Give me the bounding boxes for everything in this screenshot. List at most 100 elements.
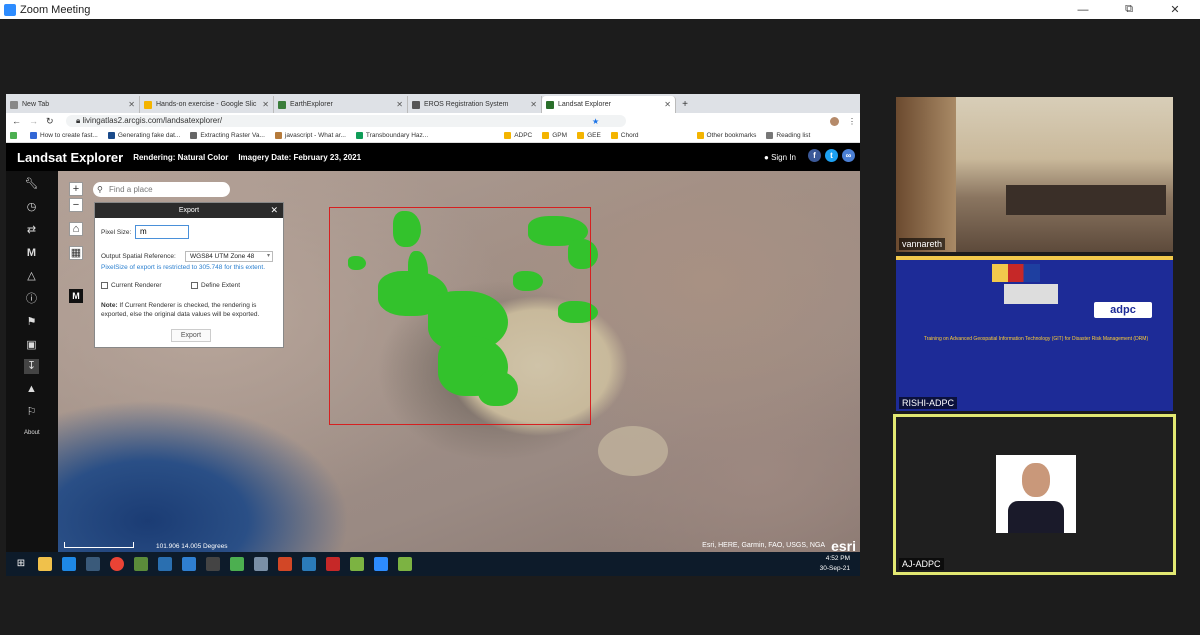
bookmark-item[interactable]: Reading list (766, 132, 810, 139)
clock-icon[interactable]: ◷ (24, 200, 39, 215)
bookmark-item[interactable]: GPM (542, 132, 567, 139)
tab-close-icon[interactable]: ✕ (664, 100, 671, 109)
bookmark-item[interactable] (10, 132, 20, 139)
menu-dots-icon[interactable]: ⋮ (848, 117, 856, 126)
facebook-icon[interactable]: f (808, 149, 821, 162)
tab-close-icon[interactable]: ✕ (396, 100, 403, 109)
bookmark-item[interactable]: Generating fake dat... (107, 132, 180, 139)
define-extent-checkbox[interactable] (191, 282, 198, 289)
pen-app-icon[interactable] (86, 557, 100, 571)
notepad-icon[interactable] (230, 557, 244, 571)
zoom-out-button[interactable]: − (69, 198, 83, 212)
export-extent-rectangle[interactable] (329, 207, 591, 425)
tab-close-icon[interactable]: ✕ (262, 100, 269, 109)
vscode-icon[interactable] (182, 557, 196, 571)
mensuration-icon[interactable]: M (24, 246, 39, 261)
url-input[interactable]: 🔒︎ livingatlas2.arcgis.com/landsatexplor… (66, 115, 626, 127)
bookmark-item[interactable]: Chord (610, 132, 639, 139)
close-icon[interactable]: ✕ (270, 203, 278, 218)
change-detection-icon[interactable]: △ (24, 269, 39, 284)
qgis-icon[interactable] (350, 557, 364, 571)
powerpoint-icon[interactable] (278, 557, 292, 571)
forward-icon[interactable]: → (29, 116, 38, 126)
bookmark-item[interactable]: GEE (577, 132, 601, 139)
start-icon[interactable]: ⊞ (14, 557, 28, 571)
basemap-grid-button[interactable]: ▦ (69, 246, 83, 260)
export-icon[interactable]: ↧ (24, 359, 39, 374)
zoom-app-icon[interactable] (374, 557, 388, 571)
apps-icon (10, 132, 17, 139)
export-button[interactable]: Export (171, 329, 211, 342)
bookmark-item[interactable]: Other bookmarks (696, 132, 756, 139)
python-icon[interactable] (134, 557, 148, 571)
s-app-icon[interactable] (302, 557, 316, 571)
acrobat-icon[interactable] (326, 557, 340, 571)
rendering-label[interactable]: Rendering: Natural Color (133, 153, 228, 162)
pixel-size-label: Pixel Size: (101, 229, 132, 236)
find-place-input[interactable]: ⚲ Find a place (93, 182, 230, 197)
wrench-icon[interactable]: 🔧︎ (24, 177, 39, 192)
define-extent-option[interactable]: Define Extent (191, 282, 240, 289)
tab-earthexplorer[interactable]: EarthExplorer ✕ (274, 96, 408, 113)
system-clock[interactable]: 4:52 PM 30-Sep-21 (820, 554, 850, 574)
tab-close-icon[interactable]: ✕ (128, 100, 135, 109)
esri-logo[interactable]: esri (831, 538, 856, 553)
info-icon[interactable]: ⓘ (24, 292, 39, 307)
note-label: Note: (101, 302, 118, 309)
tab-eros-registration[interactable]: EROS Registration System ✕ (408, 96, 542, 113)
room-curtain (896, 97, 956, 252)
minimize-button[interactable]: — (1060, 0, 1106, 19)
bookmark-star-icon[interactable]: ★ (592, 117, 599, 126)
tab-landsat-explorer[interactable]: Landsat Explorer ✕ (542, 96, 676, 113)
bookmark-item[interactable]: Extracting Raster Va... (190, 132, 265, 139)
imagery-date-label[interactable]: Imagery Date: February 23, 2021 (238, 153, 361, 162)
chrome-icon[interactable] (110, 557, 124, 571)
close-window-button[interactable]: ✕ (1152, 0, 1198, 19)
qgis-icon[interactable] (398, 557, 412, 571)
profile-avatar-icon[interactable] (830, 116, 839, 126)
tab-new-tab[interactable]: New Tab ✕ (6, 96, 140, 113)
pixel-size-input[interactable]: m (135, 225, 189, 239)
tab-favicon-icon (10, 100, 18, 109)
link-icon[interactable]: ∞ (842, 149, 855, 162)
new-tab-button[interactable]: + (676, 96, 694, 113)
tab-close-icon[interactable]: ✕ (530, 100, 537, 109)
bookmark-item[interactable]: How to create fast... (30, 132, 98, 139)
bookmark-item[interactable]: javascript - What ar... (274, 132, 346, 139)
search-app-icon[interactable] (158, 557, 172, 571)
file-explorer-icon[interactable] (38, 557, 52, 571)
bookmark-item[interactable]: Transboundary Haz... (355, 132, 428, 139)
save-icon[interactable]: ▣ (24, 338, 39, 353)
about-link[interactable]: About (24, 430, 40, 436)
current-renderer-checkbox[interactable] (101, 282, 108, 289)
l-app-icon[interactable] (62, 557, 76, 571)
measure-button[interactable]: M (69, 289, 83, 303)
app-title: Landsat Explorer (17, 149, 124, 165)
participant-video-slide[interactable]: adpc Training on Advanced Geospatial Inf… (896, 256, 1173, 411)
sign-in-link[interactable]: ● Sign In (764, 153, 796, 162)
back-icon[interactable]: ← (12, 116, 21, 126)
current-renderer-option[interactable]: Current Renderer (101, 282, 162, 289)
participant-video-active-speaker[interactable]: AJ-ADPC (893, 414, 1176, 575)
tab-favicon-icon (144, 100, 152, 109)
spatial-ref-select[interactable]: WGS84 UTM Zone 48 ▾ (185, 251, 273, 262)
tab-google-slides[interactable]: Hands-on exercise - Google Slic ✕ (140, 96, 274, 113)
zoom-in-button[interactable]: + (69, 182, 83, 196)
suit-graphic (1008, 501, 1064, 533)
profile-photo (996, 455, 1076, 533)
twitter-icon[interactable]: t (825, 149, 838, 162)
home-button[interactable]: ⌂ (69, 222, 83, 236)
export-panel-header: Export ✕ (95, 203, 283, 218)
terminal-icon[interactable] (206, 557, 220, 571)
doc-icon[interactable] (254, 557, 268, 571)
shared-screen: New Tab ✕ Hands-on exercise - Google Slic… (6, 94, 860, 576)
bookmark-icon[interactable]: ⚑ (24, 315, 39, 330)
bookmark-item[interactable]: ADPC (504, 132, 532, 139)
satellite-map[interactable]: ⚲ Find a place + − ⌂ ▦ M Export ✕ Pixel S… (58, 171, 860, 552)
swipe-icon[interactable]: ⇄ (24, 223, 39, 238)
maximize-button[interactable]: ⧉ (1106, 0, 1152, 19)
flag-icon[interactable]: ⚐ (24, 405, 39, 420)
reload-icon[interactable]: ↻ (46, 116, 54, 127)
education-icon[interactable]: ▲ (24, 382, 39, 397)
participant-video-room[interactable]: vannareth (896, 97, 1173, 252)
